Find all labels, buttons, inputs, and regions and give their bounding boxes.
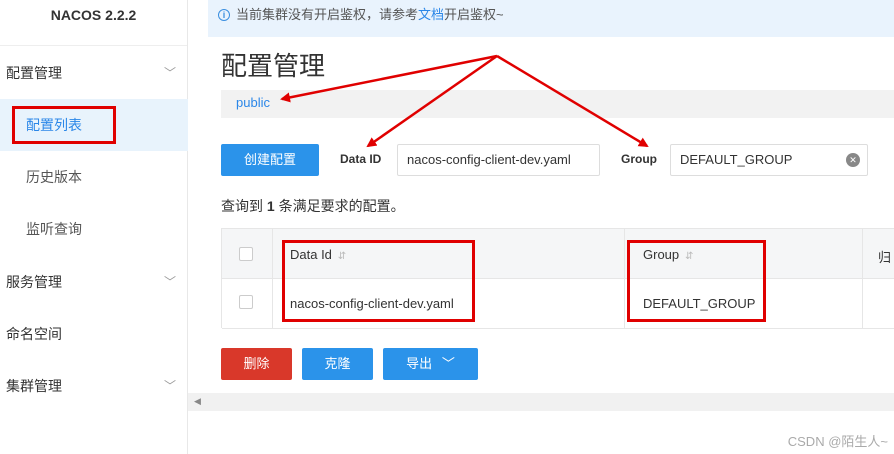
- annotation-arrows: [280, 54, 649, 148]
- annotation-arrow: [496, 54, 649, 148]
